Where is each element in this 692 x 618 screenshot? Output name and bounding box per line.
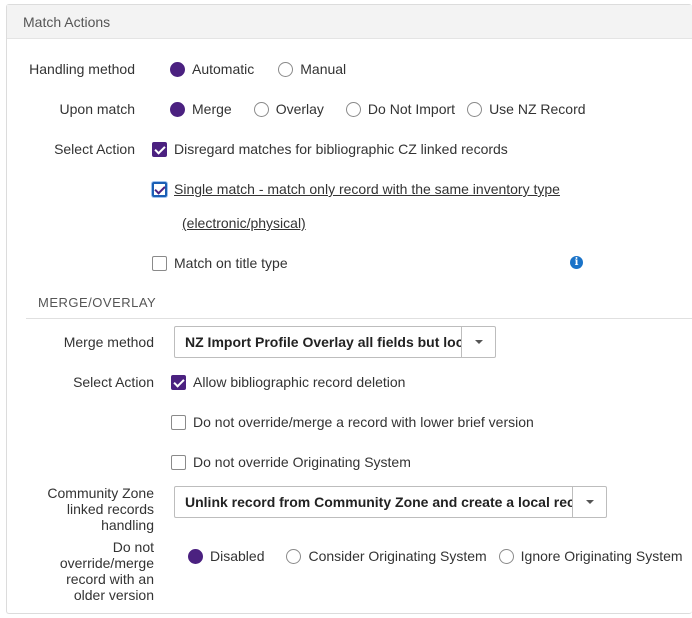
radio-button[interactable]	[498, 548, 514, 564]
upon-match-label: Upon match	[59, 101, 135, 117]
radio-label: Manual	[300, 61, 347, 77]
match-title-type-checkbox[interactable]	[152, 255, 167, 271]
single-match-checkbox-row[interactable]: Single match - match only record with th…	[152, 181, 560, 197]
radio-overlay[interactable]: Overlay	[253, 101, 324, 117]
radio-label: Disabled	[210, 548, 265, 564]
allow-deletion-checkbox[interactable]	[171, 374, 186, 390]
label-line: Community Zone	[47, 485, 154, 501]
originating-system-checkbox-row[interactable]: Do not override Originating System	[171, 454, 411, 470]
merge-overlay-section-title: MERGE/OVERLAY	[38, 295, 157, 310]
radio-label: Overlay	[275, 101, 324, 117]
radio-disabled[interactable]: Disabled	[188, 548, 264, 564]
label-line: handling	[101, 517, 154, 533]
radio-consider-originating[interactable]: Consider Originating System	[286, 548, 487, 564]
lower-brief-checkbox-row[interactable]: Do not override/merge a record with lowe…	[171, 414, 534, 430]
merge-method-select[interactable]: NZ Import Profile Overlay all fields but…	[174, 326, 496, 358]
radio-label: Ignore Originating System	[520, 548, 683, 564]
radio-use-nz-record[interactable]: Use NZ Record	[467, 101, 586, 117]
label-line: override/merge	[59, 555, 154, 571]
older-version-radio-group: Disabled Consider Originating System Ign…	[188, 548, 683, 564]
allow-deletion-checkbox-row[interactable]: Allow bibliographic record deletion	[171, 374, 405, 390]
cz-handling-select[interactable]: Unlink record from Community Zone and cr…	[174, 486, 607, 518]
label-line: linked records	[66, 501, 154, 517]
merge-method-label: Merge method	[63, 334, 154, 350]
disregard-cz-checkbox[interactable]	[152, 141, 167, 157]
radio-label: Merge	[192, 101, 232, 117]
label-line: older version	[73, 587, 154, 603]
checkbox-label: Single match - match only record with th…	[174, 181, 560, 197]
radio-button[interactable]	[253, 101, 269, 117]
select-action-label-2: Select Action	[73, 374, 154, 390]
upon-match-radio-group: Merge Overlay Do Not Import Use NZ Recor…	[170, 101, 600, 117]
radio-label: Use NZ Record	[489, 101, 586, 117]
match-title-type-checkbox-row[interactable]: Match on title type	[152, 255, 288, 271]
checkbox-label: Match on title type	[174, 255, 288, 271]
handling-method-radio-group: Automatic Manual	[170, 61, 360, 77]
info-icon[interactable]: i	[570, 256, 583, 269]
radio-button[interactable]	[170, 101, 185, 117]
chevron-down-icon[interactable]	[572, 487, 606, 517]
radio-merge[interactable]: Merge	[170, 101, 232, 117]
radio-button[interactable]	[278, 61, 294, 77]
select-action-label: Select Action	[54, 141, 135, 157]
disregard-cz-checkbox-row[interactable]: Disregard matches for bibliographic CZ l…	[152, 141, 508, 157]
checkbox-label: Disregard matches for bibliographic CZ l…	[174, 141, 508, 157]
label-line: Do not	[112, 539, 154, 555]
chevron-down-icon[interactable]	[461, 327, 495, 357]
checkbox-label: Do not override/merge a record with lowe…	[193, 414, 534, 430]
single-match-label-line2: (electronic/physical)	[182, 215, 306, 231]
older-version-label: Do not override/merge record with an old…	[0, 539, 154, 603]
panel-title: Match Actions	[7, 5, 692, 39]
cz-handling-label: Community Zone linked records handling	[0, 485, 154, 533]
checkbox-label: Do not override Originating System	[193, 454, 411, 470]
radio-button[interactable]	[345, 101, 361, 117]
radio-ignore-originating[interactable]: Ignore Originating System	[498, 548, 683, 564]
radio-button[interactable]	[188, 548, 203, 564]
label-line: record with an	[66, 571, 154, 587]
radio-manual[interactable]: Manual	[278, 61, 346, 77]
radio-label: Do Not Import	[367, 101, 456, 117]
radio-button[interactable]	[286, 548, 302, 564]
radio-do-not-import[interactable]: Do Not Import	[345, 101, 456, 117]
originating-system-checkbox[interactable]	[171, 454, 186, 470]
radio-label: Automatic	[192, 61, 255, 77]
section-divider	[26, 318, 692, 319]
cz-handling-value: Unlink record from Community Zone and cr…	[185, 494, 572, 510]
checkbox-label: Allow bibliographic record deletion	[193, 374, 406, 390]
radio-automatic[interactable]: Automatic	[170, 61, 254, 77]
merge-method-value: NZ Import Profile Overlay all fields but…	[185, 334, 461, 350]
handling-method-label: Handling method	[29, 61, 135, 77]
lower-brief-checkbox[interactable]	[171, 414, 186, 430]
radio-button[interactable]	[170, 61, 185, 77]
radio-label: Consider Originating System	[308, 548, 487, 564]
radio-button[interactable]	[467, 101, 483, 117]
single-match-checkbox[interactable]	[152, 181, 167, 197]
